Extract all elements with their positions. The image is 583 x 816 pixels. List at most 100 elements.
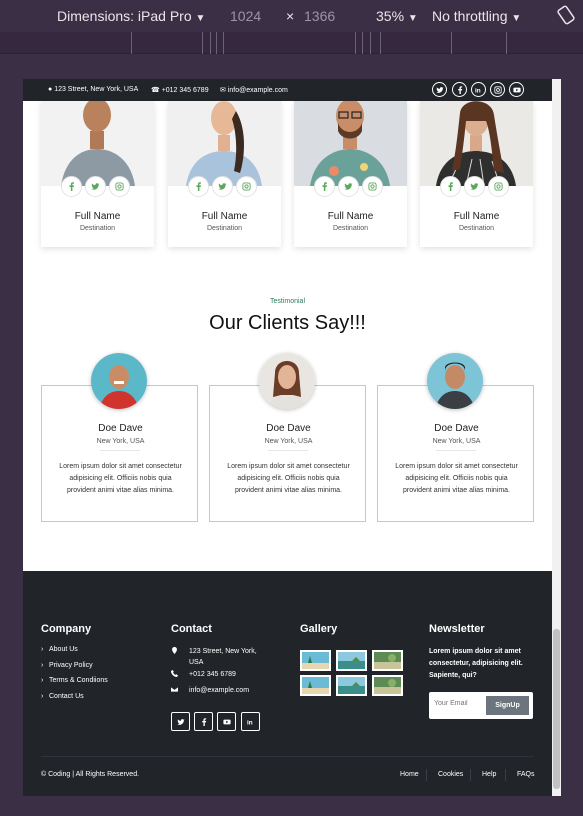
linkedin-icon[interactable]: in: [471, 82, 486, 97]
instagram-icon[interactable]: [490, 82, 505, 97]
facebook-icon[interactable]: [314, 176, 335, 197]
site-footer: Company › About Us › Privacy Policy › Terms…: [23, 571, 552, 796]
chevron-right-icon: ›: [41, 677, 44, 684]
newsletter-form: SignUp: [429, 692, 533, 719]
twitter-icon[interactable]: [171, 712, 190, 731]
phone-info: ☎ +012 345 6789: [151, 87, 209, 94]
footer-divider: [41, 756, 534, 757]
gallery-image[interactable]: [300, 650, 331, 671]
width-input[interactable]: 1024: [230, 8, 261, 24]
viewport-scrollbar[interactable]: [552, 79, 561, 796]
team-member-role: Destination: [206, 225, 243, 232]
facebook-icon[interactable]: [188, 176, 209, 197]
footer-bottom-link-home[interactable]: Home: [400, 771, 419, 778]
rotate-icon[interactable]: [556, 5, 576, 28]
footer-link-privacy[interactable]: › Privacy Policy: [41, 662, 93, 669]
client-location: New York, USA: [96, 438, 145, 445]
twitter-icon[interactable]: [464, 176, 485, 197]
copyright-text: © Coding | All Rights Reserved.: [41, 771, 140, 778]
testimonial-text: Lorem ipsum dolor sit amet consectetur a…: [59, 463, 182, 494]
signup-button[interactable]: SignUp: [486, 696, 529, 715]
linkedin-icon[interactable]: in: [241, 712, 260, 731]
zoom-dropdown[interactable]: 35% ▼: [376, 8, 418, 24]
team-member-role: Destination: [458, 225, 495, 232]
instagram-icon[interactable]: [362, 176, 383, 197]
team-social-links: [440, 176, 509, 197]
instagram-icon[interactable]: [488, 176, 509, 197]
instagram-icon[interactable]: [236, 176, 257, 197]
gallery-image[interactable]: [336, 675, 367, 696]
devtools-toolbar: Dimensions: iPad Pro ▼ 1024 × 1366 35% ▼…: [0, 0, 583, 32]
scrollbar-thumb[interactable]: [553, 629, 560, 789]
twitter-icon[interactable]: [212, 176, 233, 197]
team-member-photo: [420, 101, 533, 186]
footer-gallery-title: Gallery: [300, 623, 338, 635]
gallery-image[interactable]: [372, 675, 403, 696]
dimensions-label: Dimensions: iPad Pro: [57, 8, 192, 24]
youtube-icon[interactable]: [217, 712, 236, 731]
facebook-icon[interactable]: [440, 176, 461, 197]
testimonial-text: Lorem ipsum dolor sit amet consectetur a…: [395, 463, 518, 494]
client-name: Doe Dave: [98, 423, 143, 434]
footer-bottom-link-faqs[interactable]: FAQs: [517, 771, 535, 778]
footer-link-terms[interactable]: › Terms & Condiions: [41, 677, 108, 684]
footer-email: info@example.com: [171, 685, 249, 696]
client-avatar: [259, 353, 315, 409]
envelope-icon: ✉: [220, 87, 226, 94]
client-avatar: [427, 353, 483, 409]
envelope-icon: [171, 687, 178, 692]
twitter-icon[interactable]: [338, 176, 359, 197]
facebook-icon[interactable]: [194, 712, 213, 731]
client-name: Doe Dave: [434, 423, 479, 434]
brand-link[interactable]: Coding: [48, 771, 70, 778]
team-social-links: [61, 176, 130, 197]
media-query-bar[interactable]: [0, 32, 583, 54]
footer-company-title: Company: [41, 623, 92, 635]
email-info: ✉ info@example.com: [220, 87, 288, 94]
footer-address: 123 Street, New York, USA: [171, 646, 271, 668]
facebook-icon[interactable]: [61, 176, 82, 197]
gallery-image[interactable]: [336, 650, 367, 671]
team-member-name: Full Name: [74, 211, 121, 222]
gallery-image[interactable]: [300, 675, 331, 696]
twitter-icon[interactable]: [85, 176, 106, 197]
footer-newsletter-title: Newsletter: [429, 623, 485, 635]
instagram-icon[interactable]: [109, 176, 130, 197]
testimonial-text: Lorem ipsum dolor sit amet consectetur a…: [227, 463, 350, 494]
team-member-name: Full Name: [327, 211, 374, 222]
gallery-image[interactable]: [372, 650, 403, 671]
team-card: Full Name Destination: [294, 101, 407, 247]
phone-icon: [171, 670, 178, 677]
team-member-name: Full Name: [201, 211, 248, 222]
client-avatar: [91, 353, 147, 409]
address-info: ● 123 Street, New York, USA: [48, 86, 139, 93]
youtube-icon[interactable]: [509, 82, 524, 97]
throttling-dropdown[interactable]: No throttling ▼: [432, 8, 521, 24]
newsletter-email-input[interactable]: [434, 700, 484, 707]
top-info-bar: ● 123 Street, New York, USA ☎ +012 345 6…: [23, 79, 552, 101]
client-location: New York, USA: [264, 438, 313, 445]
height-input[interactable]: 1366: [304, 8, 335, 24]
footer-link-contact[interactable]: › Contact Us: [41, 693, 84, 700]
location-icon: ●: [48, 86, 53, 93]
team-member-name: Full Name: [453, 211, 500, 222]
facebook-icon[interactable]: [452, 82, 467, 97]
team-card: Full Name Destination: [41, 101, 154, 247]
footer-contact-title: Contact: [171, 623, 212, 635]
chevron-right-icon: ›: [41, 646, 44, 653]
footer-phone: +012 345 6789: [171, 669, 236, 680]
team-card: Full Name Destination: [420, 101, 533, 247]
section-subtitle: Testimonial: [269, 298, 305, 305]
team-social-links: [188, 176, 257, 197]
divider: [268, 450, 308, 451]
footer-link-about[interactable]: › About Us: [41, 646, 78, 653]
footer-bottom-link-help[interactable]: Help: [482, 771, 496, 778]
device-dimensions-dropdown[interactable]: Dimensions: iPad Pro ▼: [57, 8, 205, 24]
separator: [426, 769, 427, 781]
footer-bottom-link-cookies[interactable]: Cookies: [438, 771, 463, 778]
separator: [505, 769, 506, 781]
chevron-right-icon: ›: [41, 693, 44, 700]
twitter-icon[interactable]: [432, 82, 447, 97]
team-member-role: Destination: [332, 225, 369, 232]
location-icon: [172, 647, 177, 654]
